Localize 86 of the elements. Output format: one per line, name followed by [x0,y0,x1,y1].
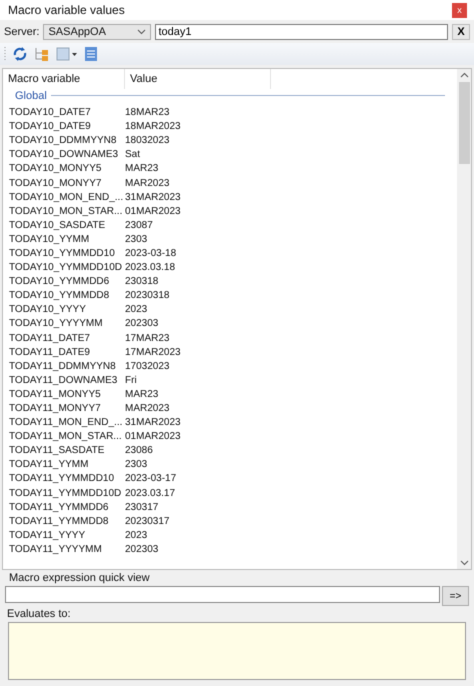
variable-name-cell-text: TODAY11_YYMMDD10 [8,473,116,486]
column-header[interactable]: Macro variable [3,69,125,89]
list-icon[interactable] [84,46,98,62]
variable-name-cell-text: TODAY10_YYMMDD10D [8,262,123,274]
window-title: Macro variable values [8,3,125,17]
grid-dropdown-icon[interactable] [56,46,78,62]
variable-value-cell: 2023.03.17 [125,488,176,500]
column-header[interactable]: Value [125,69,271,89]
variable-value-cell: 18MAR23 [125,107,170,120]
variable-value-cell: MAR2023 [125,403,170,416]
variable-name-cell-text: TODAY10_MON_END_... [8,192,124,204]
variable-value-cell: 31MAR2023 [125,417,181,430]
variable-name-cell-text: TODAY11_MON_STAR... [8,431,123,444]
variable-name-cell-text: TODAY10_YYMM [8,234,90,246]
refresh-icon[interactable] [12,46,28,62]
chevron-down-icon [137,28,146,34]
variable-value-cell: 01MAR2023 [125,431,181,444]
variable-name-cell-text: TODAY10_DATE9 [8,121,92,134]
tree-icon[interactable] [34,46,50,62]
variable-name-cell-text: TODAY11_SASDATE [8,445,106,458]
variable-value-cell: MAR23 [125,163,158,176]
scrollbar-thumb[interactable] [458,82,470,164]
variable-name-cell-text: TODAY11_DATE9 [8,346,91,359]
variable-name-cell-text: TODAY10_DATE7 [8,107,92,120]
variable-name-cell-text: TODAY10_YYMMDD10 [8,248,116,260]
variable-name-cell-text: TODAY11_MON_END_... [8,417,124,430]
variable-value-cell: 17MAR2023 [125,346,181,359]
server-dropdown[interactable]: SASAppOA [43,24,152,40]
variable-name-cell-text: TODAY11_MONYY7 [8,403,102,416]
variable-value-cell: Sat [125,149,140,162]
variable-name-cell-text: TODAY11_YYMMDD8 [8,516,110,528]
variable-name-cell-text: TODAY10_MON_STAR... [8,206,124,218]
variable-value-cell: 01MAR2023 [125,206,181,218]
variable-value-cell: 2023 [125,530,148,542]
expression-field[interactable] [5,586,440,603]
variable-value-cell: 18MAR2023 [125,121,181,134]
variable-value-cell: 2023-03-18 [125,248,176,260]
filter-field[interactable]: today1 [155,24,448,40]
variable-value-cell: 2023-03-17 [125,473,176,486]
variable-value-cell: 17MAR23 [125,332,170,345]
variable-name-cell-text: TODAY11_DDMMYYN8 [8,360,117,373]
scroll-up-icon[interactable] [460,72,468,78]
variable-value-cell: 2023.03.18 [125,262,176,274]
variable-value-cell: 2023 [125,304,148,316]
section-title: Macro expression quick view [8,572,151,584]
clear-button[interactable]: X [452,24,470,40]
variable-value-cell: 202303 [125,318,158,330]
variable-name-cell-text: TODAY10_DDMMYYN8 [8,135,118,148]
variable-name-cell-text: TODAY10_YYMMDD6 [8,276,110,288]
variable-value-cell: 17032023 [125,360,170,373]
variable-name-cell-text: TODAY10_DOWNAME3 [8,149,120,162]
server-label: Server: [4,26,40,38]
variable-name-cell-text: TODAY11_YYYYMM [8,544,103,556]
variable-value-cell: MAR23 [125,388,158,401]
result-label: Evaluates to: [6,608,72,620]
variable-value-cell: Fri [125,374,137,387]
variable-name-cell-text: TODAY11_YYYY [8,530,86,542]
variable-value-cell: MAR2023 [125,178,170,190]
variable-value-cell: 20230318 [125,290,170,302]
variable-value-cell: 23086 [125,445,153,458]
variable-name-cell-text: TODAY10_SASDATE [8,220,106,232]
variable-name-cell-text: TODAY10_YYMMDD8 [8,290,110,302]
variable-name-cell-text: TODAY11_YYMMDD6 [8,502,110,514]
variable-name-cell-text: TODAY11_DOWNAME3 [8,374,118,387]
variable-name-cell-text: TODAY10_MONYY5 [8,163,102,176]
vertical-scrollbar[interactable] [457,69,471,569]
variable-name-cell-text: TODAY11_YYMMDD10D [8,488,122,500]
variable-value-cell: 18032023 [125,135,170,148]
group-header: Global [15,90,47,102]
evaluate-button[interactable]: => [442,586,469,606]
scroll-down-icon[interactable] [460,560,468,566]
variable-value-cell: 2303 [125,234,148,246]
variable-name-cell-text: TODAY11_MONYY5 [8,388,102,401]
variable-name-cell-text: TODAY11_DATE7 [8,332,91,345]
variable-name-cell-text: TODAY10_MONYY7 [8,178,102,190]
variable-name-cell-text: TODAY10_YYYY [8,304,87,316]
variable-value-cell: 230318 [125,276,158,288]
variable-name-cell-text: TODAY11_YYMM [8,459,90,472]
variable-value-cell: 20230317 [125,516,170,528]
variable-value-cell: 230317 [125,502,158,514]
variable-value-cell: 2303 [125,459,148,472]
variable-name-cell-text: TODAY10_YYYYMM [8,318,104,330]
close-button[interactable]: x [452,2,467,18]
variable-value-cell: 23087 [125,220,153,232]
variable-value-cell: 202303 [125,544,158,556]
variable-value-cell: 31MAR2023 [125,192,181,204]
